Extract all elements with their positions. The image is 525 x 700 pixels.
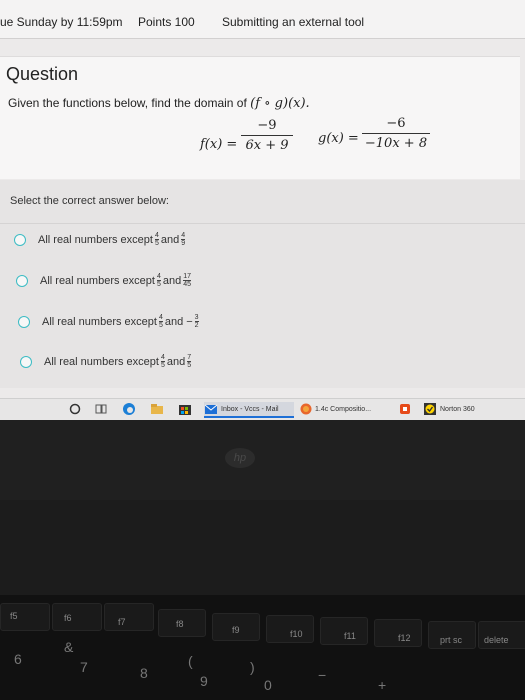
- f-label: f(x) =: [200, 137, 237, 152]
- key-label: 9: [200, 673, 208, 689]
- taskbar-mail-window[interactable]: Inbox - Vccs - Mail: [204, 402, 294, 418]
- radio-button[interactable]: [18, 315, 30, 328]
- task-view-icon[interactable]: [94, 402, 108, 416]
- due-date: ue Sunday by 11:59pm: [0, 15, 123, 29]
- key-label: prt sc: [440, 635, 463, 645]
- question-text: Given the functions below, find the doma…: [8, 96, 310, 111]
- fraction: 75: [187, 354, 192, 369]
- answer-option-1[interactable]: All real numbers except 45 and 49: [14, 232, 187, 247]
- key-label: +: [378, 677, 387, 693]
- answer-option-3[interactable]: All real numbers except 45 and − 32: [18, 314, 201, 329]
- fraction: 45: [158, 314, 163, 329]
- fraction: 45: [156, 273, 161, 288]
- search-icon[interactable]: [68, 402, 82, 416]
- g-label-text: g(x) =: [318, 131, 359, 146]
- g-numerator: −6: [386, 116, 406, 131]
- divider: [0, 223, 525, 224]
- composition-expression: (f ∘ g)(x).: [250, 96, 310, 111]
- keyboard: f5 f6 f7 f8 f9 f10 f11 f12 prt sc delete…: [0, 595, 525, 700]
- key-label: &: [64, 639, 74, 655]
- f-label-text: f(x) =: [200, 137, 238, 152]
- key-label: f8: [176, 619, 184, 629]
- laptop-screen: ue Sunday by 11:59pm Points 100 Submitti…: [0, 0, 525, 420]
- taskbar-norton-window[interactable]: Norton 360: [424, 402, 490, 416]
- key-label: f6: [64, 613, 72, 623]
- key-label: delete: [484, 635, 509, 645]
- fraction: 32: [194, 314, 199, 329]
- firefox-icon: [300, 403, 312, 415]
- office-icon[interactable]: [398, 402, 412, 416]
- key-label: f10: [290, 629, 303, 639]
- edge-browser-icon[interactable]: [122, 402, 136, 416]
- store-icon[interactable]: [178, 402, 192, 416]
- f-denominator: 6x + 9: [245, 138, 289, 153]
- key: [52, 603, 102, 631]
- key-label: 8: [140, 665, 148, 681]
- fraction: 45: [160, 354, 165, 369]
- minus-sign: −: [186, 315, 193, 328]
- key-label: f9: [232, 625, 240, 635]
- laptop-bezel: [0, 420, 525, 500]
- radio-button[interactable]: [14, 233, 26, 246]
- g-fraction: −6 −10x + 8: [362, 116, 430, 151]
- key-label: (: [188, 653, 193, 669]
- file-explorer-icon[interactable]: [150, 402, 164, 416]
- points: Points 100: [138, 15, 195, 29]
- submission-type: Submitting an external tool: [222, 15, 365, 29]
- norton-check-icon: [424, 403, 436, 415]
- answer-option-4[interactable]: All real numbers except 45 and 75: [20, 354, 193, 369]
- key-label: ): [250, 659, 255, 675]
- key-label: −: [318, 667, 327, 683]
- fraction: 17 45: [183, 273, 192, 288]
- question-title: Question: [6, 64, 79, 84]
- key: [0, 603, 50, 631]
- answer-option-2[interactable]: All real numbers except 45 and 17 45: [16, 273, 193, 288]
- assignment-header: ue Sunday by 11:59pm Points 100 Submitti…: [0, 0, 525, 39]
- key-label: f7: [118, 617, 126, 627]
- fraction: 45: [154, 232, 159, 247]
- hp-logo: hp: [225, 448, 255, 468]
- fraction: 49: [181, 232, 186, 247]
- f-numerator: −9: [257, 118, 277, 133]
- radio-button[interactable]: [16, 274, 28, 287]
- key-label: 7: [80, 659, 88, 675]
- key-label: 6: [14, 651, 22, 667]
- taskbar-browser-window[interactable]: 1.4c Compositio...: [300, 402, 384, 416]
- key-label: f5: [10, 611, 18, 621]
- f-fraction: −9 6x + 9: [241, 118, 293, 153]
- key-label: f12: [398, 633, 411, 643]
- mail-icon: [204, 404, 218, 414]
- key-label: 0: [264, 677, 272, 693]
- answer-prompt: Select the correct answer below:: [10, 195, 169, 207]
- g-label: g(x) =: [318, 131, 359, 146]
- radio-button[interactable]: [20, 355, 32, 368]
- key: [104, 603, 154, 631]
- g-denominator: −10x + 8: [364, 136, 428, 151]
- key-label: f11: [344, 631, 356, 641]
- question-prompt: Given the functions below, find the doma…: [8, 96, 251, 110]
